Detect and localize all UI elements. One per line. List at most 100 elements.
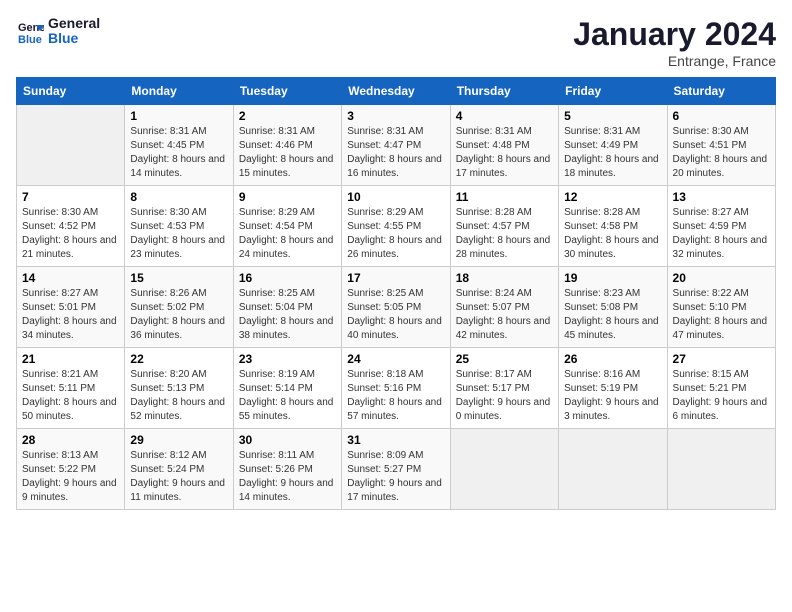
day-info: Sunrise: 8:29 AMSunset: 4:55 PMDaylight:… <box>347 206 444 262</box>
calendar-cell: 21 Sunrise: 8:21 AMSunset: 5:11 PMDayligh… <box>17 348 125 429</box>
weekday-header: Tuesday <box>233 78 341 105</box>
calendar-cell: 18 Sunrise: 8:24 AMSunset: 5:07 PMDayligh… <box>450 267 558 348</box>
header-row: SundayMondayTuesdayWednesdayThursdayFrid… <box>17 78 776 105</box>
calendar-week-row: 7Sunrise: 8:30 AMSunset: 4:52 PMDaylight… <box>17 186 776 267</box>
location: Entrange, France <box>573 53 776 69</box>
calendar-cell: 8 Sunrise: 8:30 AMSunset: 4:53 PMDaylight… <box>125 186 233 267</box>
day-info: Sunrise: 8:16 AMSunset: 5:19 PMDaylight:… <box>564 368 661 424</box>
weekday-header: Wednesday <box>342 78 450 105</box>
day-info: Sunrise: 8:31 AMSunset: 4:45 PMDaylight:… <box>130 125 227 181</box>
logo: General Blue General Blue <box>16 16 100 47</box>
day-info: Sunrise: 8:12 AMSunset: 5:24 PMDaylight:… <box>130 449 227 505</box>
day-number: 17 <box>347 271 444 285</box>
day-number: 13 <box>673 190 770 204</box>
day-info: Sunrise: 8:22 AMSunset: 5:10 PMDaylight:… <box>673 287 770 343</box>
day-info: Sunrise: 8:31 AMSunset: 4:46 PMDaylight:… <box>239 125 336 181</box>
day-number: 25 <box>456 352 553 366</box>
day-info: Sunrise: 8:27 AMSunset: 5:01 PMDaylight:… <box>22 287 119 343</box>
calendar-cell: 6Sunrise: 8:30 AMSunset: 4:51 PMDaylight… <box>667 105 775 186</box>
calendar-cell: 3Sunrise: 8:31 AMSunset: 4:47 PMDaylight… <box>342 105 450 186</box>
calendar-cell: 14 Sunrise: 8:27 AMSunset: 5:01 PMDayligh… <box>17 267 125 348</box>
calendar-cell: 12Sunrise: 8:28 AMSunset: 4:58 PMDayligh… <box>559 186 667 267</box>
weekday-header: Saturday <box>667 78 775 105</box>
day-info: Sunrise: 8:25 AMSunset: 5:04 PMDaylight:… <box>239 287 336 343</box>
day-number: 14 <box>22 271 119 285</box>
calendar-table: SundayMondayTuesdayWednesdayThursdayFrid… <box>16 77 776 510</box>
day-number: 23 <box>239 352 336 366</box>
calendar-cell: 4Sunrise: 8:31 AMSunset: 4:48 PMDaylight… <box>450 105 558 186</box>
logo-general: General <box>48 16 100 31</box>
calendar-cell: 20 Sunrise: 8:22 AMSunset: 5:10 PMDayligh… <box>667 267 775 348</box>
weekday-header: Monday <box>125 78 233 105</box>
weekday-header: Thursday <box>450 78 558 105</box>
day-number: 16 <box>239 271 336 285</box>
calendar-cell: 7Sunrise: 8:30 AMSunset: 4:52 PMDaylight… <box>17 186 125 267</box>
day-info: Sunrise: 8:27 AMSunset: 4:59 PMDaylight:… <box>673 206 770 262</box>
day-info: Sunrise: 8:11 AMSunset: 5:26 PMDaylight:… <box>239 449 336 505</box>
calendar-cell: 25 Sunrise: 8:17 AMSunset: 5:17 PMDayligh… <box>450 348 558 429</box>
weekday-header: Friday <box>559 78 667 105</box>
calendar-cell: 17 Sunrise: 8:25 AMSunset: 5:05 PMDayligh… <box>342 267 450 348</box>
day-number: 21 <box>22 352 119 366</box>
day-info: Sunrise: 8:30 AMSunset: 4:53 PMDaylight:… <box>130 206 227 262</box>
day-number: 2 <box>239 109 336 123</box>
calendar-cell: 11 Sunrise: 8:28 AMSunset: 4:57 PMDayligh… <box>450 186 558 267</box>
day-number: 10 <box>347 190 444 204</box>
page-header: General Blue General Blue January 2024 E… <box>16 16 776 69</box>
calendar-cell <box>450 429 558 510</box>
calendar-cell: 13 Sunrise: 8:27 AMSunset: 4:59 PMDayligh… <box>667 186 775 267</box>
calendar-cell: 15 Sunrise: 8:26 AMSunset: 5:02 PMDayligh… <box>125 267 233 348</box>
day-number: 27 <box>673 352 770 366</box>
day-number: 8 <box>130 190 227 204</box>
calendar-cell: 28 Sunrise: 8:13 AMSunset: 5:22 PMDayligh… <box>17 429 125 510</box>
day-number: 30 <box>239 433 336 447</box>
calendar-week-row: 28 Sunrise: 8:13 AMSunset: 5:22 PMDayligh… <box>17 429 776 510</box>
day-number: 19 <box>564 271 661 285</box>
day-number: 15 <box>130 271 227 285</box>
day-info: Sunrise: 8:31 AMSunset: 4:48 PMDaylight:… <box>456 125 553 181</box>
day-number: 26 <box>564 352 661 366</box>
day-number: 1 <box>130 109 227 123</box>
calendar-cell: 10 Sunrise: 8:29 AMSunset: 4:55 PMDayligh… <box>342 186 450 267</box>
day-number: 18 <box>456 271 553 285</box>
title-block: January 2024 Entrange, France <box>573 16 776 69</box>
day-info: Sunrise: 8:13 AMSunset: 5:22 PMDaylight:… <box>22 449 119 505</box>
calendar-cell <box>17 105 125 186</box>
calendar-cell: 24Sunrise: 8:18 AMSunset: 5:16 PMDayligh… <box>342 348 450 429</box>
calendar-cell: 27Sunrise: 8:15 AMSunset: 5:21 PMDayligh… <box>667 348 775 429</box>
calendar-cell: 22 Sunrise: 8:20 AMSunset: 5:13 PMDayligh… <box>125 348 233 429</box>
day-info: Sunrise: 8:19 AMSunset: 5:14 PMDaylight:… <box>239 368 336 424</box>
day-number: 12 <box>564 190 661 204</box>
day-number: 22 <box>130 352 227 366</box>
day-info: Sunrise: 8:28 AMSunset: 4:57 PMDaylight:… <box>456 206 553 262</box>
day-number: 11 <box>456 190 553 204</box>
calendar-cell: 30 Sunrise: 8:11 AMSunset: 5:26 PMDayligh… <box>233 429 341 510</box>
day-info: Sunrise: 8:29 AMSunset: 4:54 PMDaylight:… <box>239 206 336 262</box>
day-number: 20 <box>673 271 770 285</box>
day-info: Sunrise: 8:24 AMSunset: 5:07 PMDaylight:… <box>456 287 553 343</box>
day-info: Sunrise: 8:17 AMSunset: 5:17 PMDaylight:… <box>456 368 553 424</box>
calendar-week-row: 1 Sunrise: 8:31 AMSunset: 4:45 PMDaylight… <box>17 105 776 186</box>
day-info: Sunrise: 8:21 AMSunset: 5:11 PMDaylight:… <box>22 368 119 424</box>
calendar-cell: 9 Sunrise: 8:29 AMSunset: 4:54 PMDaylight… <box>233 186 341 267</box>
calendar-cell: 19Sunrise: 8:23 AMSunset: 5:08 PMDayligh… <box>559 267 667 348</box>
weekday-header: Sunday <box>17 78 125 105</box>
calendar-cell: 2 Sunrise: 8:31 AMSunset: 4:46 PMDaylight… <box>233 105 341 186</box>
day-number: 24 <box>347 352 444 366</box>
logo-blue: Blue <box>48 31 100 46</box>
day-number: 9 <box>239 190 336 204</box>
calendar-cell: 26 Sunrise: 8:16 AMSunset: 5:19 PMDayligh… <box>559 348 667 429</box>
calendar-cell: 23 Sunrise: 8:19 AMSunset: 5:14 PMDayligh… <box>233 348 341 429</box>
day-number: 28 <box>22 433 119 447</box>
day-number: 7 <box>22 190 119 204</box>
calendar-cell: 5Sunrise: 8:31 AMSunset: 4:49 PMDaylight… <box>559 105 667 186</box>
day-info: Sunrise: 8:09 AMSunset: 5:27 PMDaylight:… <box>347 449 444 505</box>
calendar-week-row: 21 Sunrise: 8:21 AMSunset: 5:11 PMDayligh… <box>17 348 776 429</box>
day-number: 31 <box>347 433 444 447</box>
svg-text:Blue: Blue <box>18 34 42 45</box>
day-info: Sunrise: 8:31 AMSunset: 4:49 PMDaylight:… <box>564 125 661 181</box>
day-number: 6 <box>673 109 770 123</box>
day-info: Sunrise: 8:25 AMSunset: 5:05 PMDaylight:… <box>347 287 444 343</box>
day-info: Sunrise: 8:20 AMSunset: 5:13 PMDaylight:… <box>130 368 227 424</box>
day-info: Sunrise: 8:26 AMSunset: 5:02 PMDaylight:… <box>130 287 227 343</box>
